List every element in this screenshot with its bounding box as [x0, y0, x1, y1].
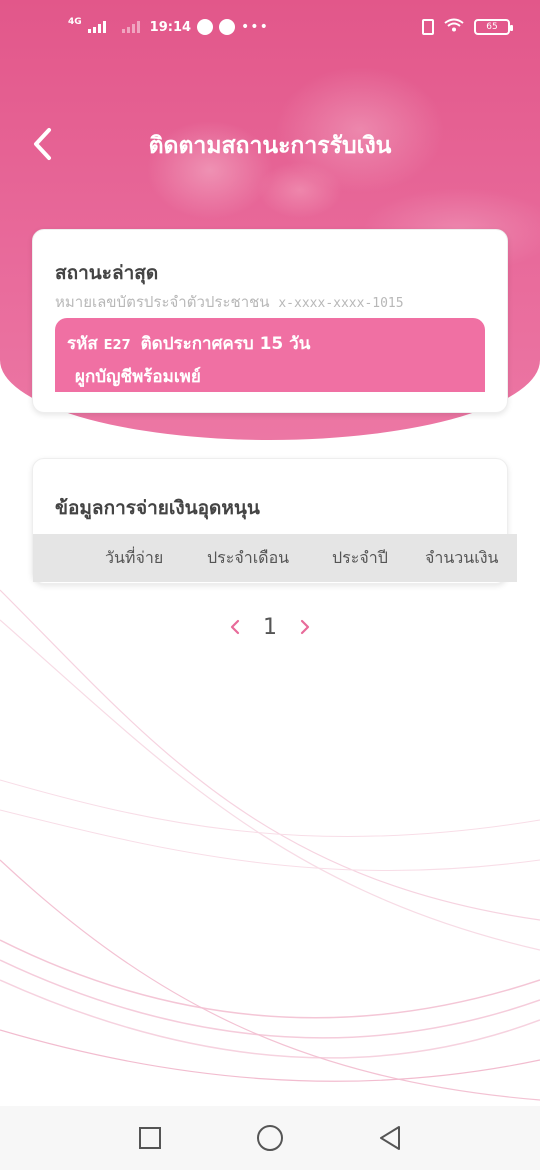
vibrate-icon — [422, 19, 434, 35]
system-navigation-bar — [0, 1106, 540, 1170]
clock: 19:14 — [149, 19, 192, 35]
wifi-icon — [444, 18, 464, 36]
citizen-id-value: x-xxxx-xxxx-1015 — [278, 296, 404, 311]
chevron-right-icon — [300, 619, 310, 635]
signal-secondary-icon — [121, 21, 140, 33]
speed-icon — [197, 19, 214, 35]
current-page-number[interactable]: 1 — [263, 615, 277, 640]
status-code-value: E27 — [103, 338, 131, 353]
chevron-left-icon — [230, 619, 240, 635]
home-button[interactable] — [255, 1123, 285, 1153]
status-banner: รหัส E27 ติดประกาศครบ 15 วัน ผูกบัญชีพร้… — [55, 318, 485, 392]
prev-page-button[interactable] — [225, 617, 245, 637]
system-back-button[interactable] — [375, 1123, 405, 1153]
status-bar: 4G 19:14 ••• 65 — [0, 0, 540, 54]
network-type: 4G — [68, 17, 82, 27]
column-header-year: ประจำปี — [332, 547, 388, 567]
next-page-button[interactable] — [295, 617, 315, 637]
chat-bubble-icon — [219, 19, 236, 35]
column-header-pay-date: วันที่จ่าย — [105, 547, 164, 567]
page-title: ติดตามสถานะการรับเงิน — [148, 133, 392, 159]
pagination: 1 — [0, 612, 540, 642]
column-header-month: ประจำเดือน — [207, 547, 290, 567]
payment-table-header: วันที่จ่าย ประจำเดือน ประจำปี จำนวนเงิน — [33, 534, 517, 582]
citizen-id-row: หมายเลขบัตรประจำตัวประชาชน x-xxxx-xxxx-1… — [55, 290, 404, 314]
signal-icon — [87, 21, 106, 33]
status-text-secondary: ผูกบัญชีพร้อมเพย์ — [75, 367, 201, 387]
latest-status-card: สถานะล่าสุด หมายเลขบัตรประจำตัวประชาชน x… — [32, 229, 508, 413]
decorative-waves — [0, 589, 540, 1101]
column-header-amount: จำนวนเงิน — [425, 547, 499, 567]
recent-apps-button[interactable] — [135, 1123, 165, 1153]
title-bar: ติดตามสถานะการรับเงิน — [0, 112, 540, 176]
payment-info-card: ข้อมูลการจ่ายเงินอุดหนุน วันที่จ่าย ประจ… — [32, 458, 517, 584]
more-notifications-icon: ••• — [241, 19, 269, 35]
battery-icon: 65 — [474, 19, 513, 35]
circle-icon — [257, 1125, 283, 1151]
status-code: รหัส E27 — [67, 330, 131, 357]
payment-info-heading: ข้อมูลการจ่ายเงินอุดหนุน — [55, 497, 260, 519]
status-code-label: รหัส — [67, 334, 98, 354]
status-text-primary: ติดประกาศครบ 15 วัน — [140, 334, 311, 354]
latest-status-heading: สถานะล่าสุด — [55, 262, 159, 284]
citizen-id-label: หมายเลขบัตรประจำตัวประชาชน — [55, 293, 270, 311]
square-icon — [139, 1127, 161, 1149]
triangle-back-icon — [380, 1126, 400, 1150]
